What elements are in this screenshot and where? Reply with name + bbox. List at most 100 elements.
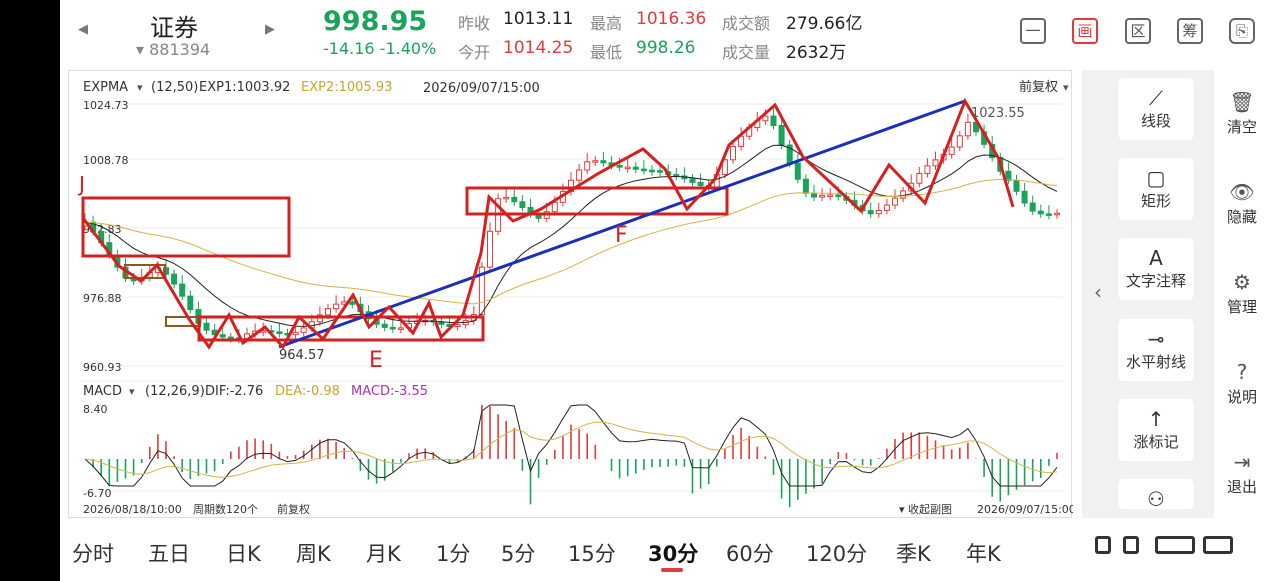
stock-code[interactable]: ▾ 881394 <box>136 40 210 59</box>
y-label: 976.88 <box>83 292 122 305</box>
candle-body <box>794 162 801 180</box>
tab-period[interactable]: 月K <box>366 538 401 568</box>
candlesticks <box>82 108 1060 344</box>
tool-text[interactable]: A 文字注释 <box>1118 238 1194 300</box>
candle-body <box>349 301 356 305</box>
candle-body <box>487 230 493 268</box>
tab-period[interactable]: 分时 <box>72 538 114 568</box>
range-icon[interactable]: 区 <box>1125 18 1151 44</box>
kline-svg[interactable]: EXPMA ▾ (12,50) EXP1:1003.92 EXP2:1005.9… <box>69 71 1076 519</box>
tab-period[interactable]: 120分 <box>806 538 867 568</box>
candle-body <box>827 194 834 197</box>
gear-icon: ⚙ <box>1233 270 1251 294</box>
candle-body <box>1054 212 1060 216</box>
open-value: 1014.25 <box>503 38 574 58</box>
candle-body <box>948 146 955 155</box>
tool-rectangle[interactable]: ▢ 矩形 <box>1118 158 1194 220</box>
candle-body <box>203 322 210 331</box>
candle-body <box>511 196 518 203</box>
tab-period[interactable]: 5分 <box>501 538 535 568</box>
price-change: -14.16 -1.40% <box>323 39 437 58</box>
candle-body <box>811 192 817 198</box>
candle-body <box>689 178 696 183</box>
tab-period[interactable]: 日K <box>226 538 261 568</box>
tool-label: 涨标记 <box>1133 433 1179 451</box>
manage-button[interactable]: ⚙ 管理 <box>1214 270 1270 317</box>
side-label: 退出 <box>1226 478 1257 496</box>
candle-body <box>389 326 396 330</box>
help-button[interactable]: ? 说明 <box>1214 360 1270 407</box>
candle-body <box>819 194 826 198</box>
candle-body <box>551 201 558 213</box>
tab-period[interactable]: 60分 <box>726 538 774 568</box>
candle-body <box>1005 170 1012 181</box>
dropdown-icon[interactable]: ▾ <box>137 81 143 94</box>
clear-button[interactable]: 🗑 清空 <box>1214 90 1270 137</box>
drawings[interactable]: J E F 1023.55 964.57 <box>77 97 1025 373</box>
collapse-chevron-icon[interactable]: ‹ <box>1094 280 1102 304</box>
adjust-selector[interactable]: 前复权 <box>1019 79 1058 95</box>
candle-body <box>454 324 461 328</box>
rectangle-icon: ▢ <box>1146 166 1166 190</box>
menu-icon[interactable] <box>1095 536 1111 554</box>
drawn-rect[interactable] <box>165 316 201 327</box>
tab-period[interactable]: 季K <box>896 538 931 568</box>
candle-body <box>219 334 226 338</box>
candle-body <box>778 124 785 146</box>
candle-body <box>964 121 971 137</box>
tab-period[interactable]: 年K <box>966 538 1001 568</box>
start-time: 2026/08/18/10:00 <box>83 503 182 516</box>
minus-icon[interactable]: 一 <box>1020 18 1046 44</box>
tab-period-active[interactable]: 30分 <box>648 538 698 568</box>
candle-body <box>835 194 842 198</box>
chip-icon[interactable]: 筹 <box>1177 18 1203 44</box>
candle-body <box>673 174 680 177</box>
tab-period[interactable]: 五日 <box>148 538 190 568</box>
main-chart-header: EXPMA ▾ (12,50) EXP1:1003.92 EXP2:1005.9… <box>83 79 1069 96</box>
stock-name: 证券 <box>150 14 198 42</box>
tool-horizontal-ray[interactable]: ⊸ 水平射线 <box>1118 319 1194 381</box>
candle-body <box>292 331 299 335</box>
indicator-name[interactable]: EXPMA <box>83 80 128 95</box>
adjust-dropdown-icon[interactable]: ▾ <box>1063 81 1069 94</box>
tool-wave[interactable]: ⚇ <box>1118 479 1194 509</box>
tab-period[interactable]: 15分 <box>568 538 616 568</box>
collapse-subchart-label: 收起副图 <box>908 502 952 516</box>
next-stock-arrow-icon[interactable]: ▶ <box>265 22 275 37</box>
exit-button[interactable]: ⇥ 退出 <box>1214 450 1270 497</box>
tool-line-segment[interactable]: ⟋ 线段 <box>1118 78 1194 140</box>
wave-icon: ⚇ <box>1147 487 1165 509</box>
chart-area[interactable]: EXPMA ▾ (12,50) EXP1:1003.92 EXP2:1005.9… <box>68 70 1076 519</box>
zigzag-wave[interactable] <box>81 97 1015 350</box>
collapse-subchart[interactable]: ▾ 收起副图 <box>899 502 952 516</box>
tab-period[interactable]: 1分 <box>436 538 470 568</box>
dea-value: DEA:-0.98 <box>275 384 340 399</box>
tab-period[interactable]: 周K <box>296 538 331 568</box>
device-switch-icon[interactable]: ⎘ <box>1229 18 1255 44</box>
prev-stock-arrow-icon[interactable]: ◀ <box>78 22 88 37</box>
menu-icon[interactable] <box>1123 536 1139 554</box>
candle-body <box>381 323 388 328</box>
help-icon: ? <box>1236 360 1248 384</box>
draw-icon[interactable]: 画 <box>1072 18 1098 44</box>
end-time: 2026/09/07/15:00 <box>977 503 1073 516</box>
candle-body <box>1021 190 1028 204</box>
candle-body <box>770 115 777 126</box>
volume-label: 成交量 <box>722 43 771 62</box>
hide-button[interactable]: 👁 隐藏 <box>1214 180 1270 227</box>
macd-dropdown-icon[interactable]: ▾ <box>129 385 135 398</box>
turnover-label: 成交额 <box>722 14 771 33</box>
candle-body <box>900 190 907 199</box>
volume-value: 2632万 <box>786 43 847 63</box>
tool-rise-mark[interactable]: ↑ 涨标记 <box>1118 399 1194 461</box>
macd-indicator-name[interactable]: MACD <box>83 384 122 399</box>
annotation-f: F <box>615 223 628 248</box>
rise-mark-icon: ↑ <box>1147 407 1165 431</box>
candle-body <box>325 308 331 316</box>
candle-body <box>632 166 639 170</box>
menu-icon[interactable] <box>1203 536 1233 554</box>
menu-icon[interactable] <box>1155 536 1195 554</box>
high-value: 1016.36 <box>636 9 707 29</box>
eye-icon: 👁 <box>1229 180 1255 204</box>
line-segment-icon: ⟋ <box>1149 86 1163 110</box>
